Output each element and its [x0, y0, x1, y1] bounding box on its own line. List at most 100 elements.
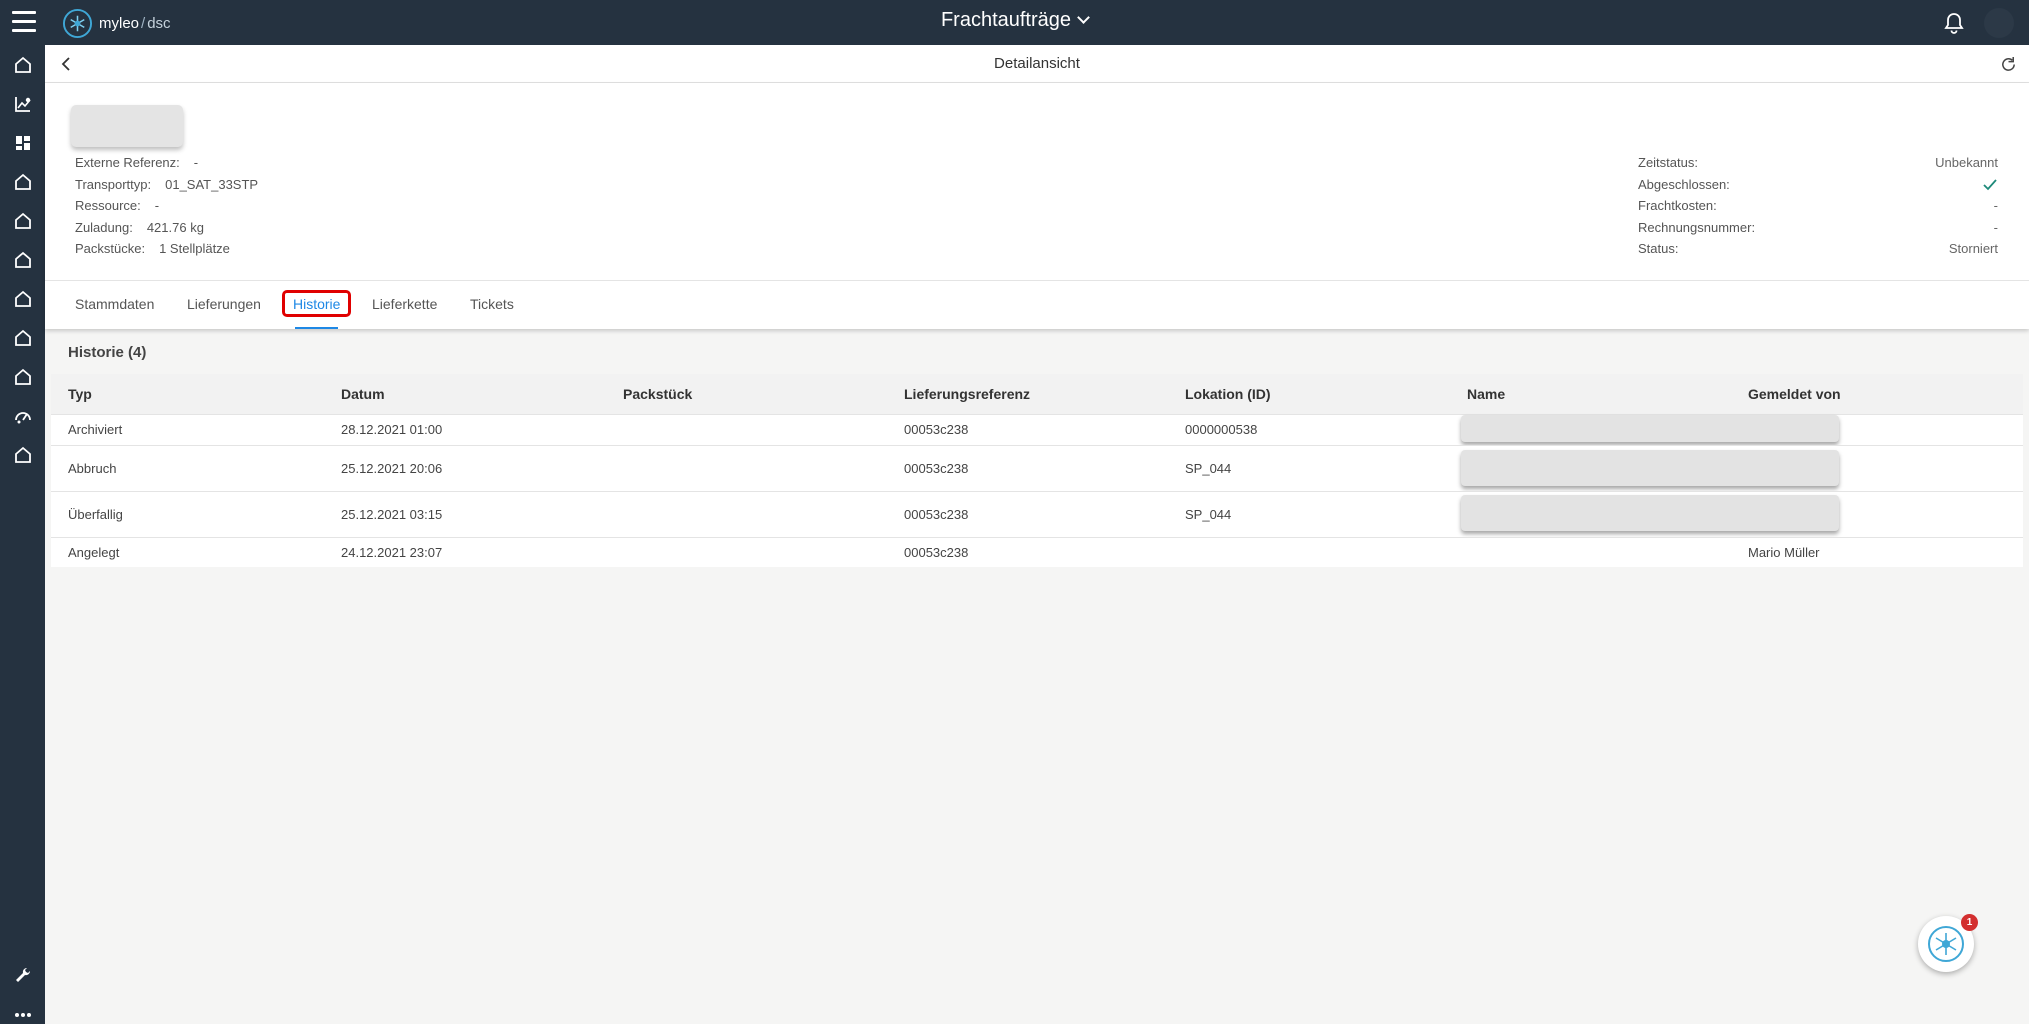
cell-typ: Abbruch — [68, 461, 117, 476]
sidebar-item-chart[interactable] — [0, 84, 45, 123]
sidebar-item-home-2[interactable] — [0, 162, 45, 201]
column-header-gemeldet-von[interactable]: Gemeldet von — [1748, 374, 1841, 414]
chart-icon — [14, 96, 31, 112]
detail-value: - — [154, 198, 160, 213]
cell-typ: Überfallig — [68, 507, 123, 522]
column-header-typ[interactable]: Typ — [68, 374, 92, 414]
column-header-packstueck[interactable]: Packstück — [623, 374, 692, 414]
home-icon — [14, 56, 31, 73]
column-header-lieferungsreferenz[interactable]: Lieferungsreferenz — [904, 374, 1030, 414]
detail-row: Rechnungsnummer: - — [1638, 217, 1998, 239]
sidebar-item-tools[interactable] — [0, 955, 45, 994]
detail-row: Externe Referenz: - — [75, 152, 258, 174]
sidebar-item-home-7[interactable] — [0, 357, 45, 396]
sidebar-item-speedometer[interactable] — [0, 396, 45, 435]
sub-header: Detailansicht — [45, 45, 2029, 83]
user-avatar[interactable] — [1984, 8, 2014, 38]
cell-referenz: 00053c238 — [904, 461, 969, 476]
table-row[interactable]: Archiviert 28.12.2021 01:00 00053c238 00… — [51, 414, 2023, 445]
cell-lokation: SP_044 — [1185, 507, 1232, 522]
table-row[interactable]: Abbruch 25.12.2021 20:06 00053c238 SP_04… — [51, 445, 2023, 491]
table-row[interactable]: Angelegt 24.12.2021 23:07 00053c238 Mari… — [51, 537, 2023, 567]
detail-label: Abgeschlossen: — [1638, 176, 1730, 192]
cell-typ: Archiviert — [68, 422, 123, 437]
detail-value: 01_SAT_33STP — [165, 176, 259, 192]
details-left: Externe Referenz: - Transporttyp: 01_SAT_3… — [75, 152, 258, 260]
highlight-box — [282, 290, 352, 317]
cell-referenz: 00053c238 — [904, 507, 969, 522]
detail-label: Externe Referenz: — [75, 155, 180, 170]
detail-row: Zuladung: 421.76 kg — [75, 217, 258, 239]
redacted-image — [71, 105, 183, 147]
tab-tickets[interactable]: Tickets — [470, 281, 514, 329]
notification-badge: 1 — [1961, 914, 1978, 931]
sidebar-item-home-4[interactable] — [0, 240, 45, 279]
sidebar-item-home-8[interactable] — [0, 435, 45, 474]
cell-referenz: 00053c238 — [904, 545, 969, 560]
detail-row: Ressource: - — [75, 195, 258, 217]
table-row[interactable]: Überfallig 25.12.2021 03:15 00053c238 SP… — [51, 491, 2023, 537]
column-header-lokation[interactable]: Lokation (ID) — [1185, 374, 1271, 414]
detail-row: Transporttyp: 01_SAT_33STP — [75, 174, 258, 196]
detail-label: Ressource: — [75, 198, 141, 213]
wrench-icon — [15, 967, 30, 982]
home-icon — [14, 446, 31, 463]
home-icon — [14, 290, 31, 307]
column-header-datum[interactable]: Datum — [341, 374, 385, 414]
sidebar-item-more[interactable] — [0, 995, 45, 1024]
tab-historie[interactable]: Historie — [282, 281, 352, 329]
detail-label: Transporttyp: — [75, 176, 152, 192]
detail-label: Zeitstatus: — [1638, 155, 1698, 170]
sidebar-item-home[interactable] — [0, 45, 45, 84]
tab-label: Lieferungen — [187, 296, 261, 312]
detail-card: Externe Referenz: - Transporttyp: 01_SAT_3… — [45, 83, 2029, 329]
page-title: Detailansicht — [994, 55, 1080, 72]
home-icon — [14, 173, 31, 190]
detail-value: - — [1993, 219, 1998, 235]
app-title-dropdown[interactable]: Frachtaufträge — [0, 9, 2029, 32]
redacted-name — [1461, 415, 1839, 442]
cell-datum: 25.12.2021 20:06 — [341, 461, 443, 476]
top-bar: myleo / dsc Frachtaufträge — [0, 0, 2029, 45]
home-icon — [14, 251, 31, 268]
divider — [45, 280, 2029, 281]
detail-row: Zeitstatus: Unbekannt — [1638, 152, 1998, 174]
sidebar-item-home-6[interactable] — [0, 318, 45, 357]
sidebar-item-dashboard[interactable] — [0, 123, 45, 162]
redacted-name — [1461, 450, 1839, 486]
sidebar-item-home-3[interactable] — [0, 201, 45, 240]
detail-value: - — [193, 155, 199, 170]
detail-value: 1 Stellplätze — [159, 241, 230, 256]
column-header-name[interactable]: Name — [1467, 374, 1505, 414]
detail-row: Abgeschlossen: — [1638, 174, 1998, 196]
chevron-down-icon — [1077, 11, 1090, 24]
tab-label: Stammdaten — [75, 296, 155, 312]
check-icon — [1983, 178, 1997, 190]
detail-value: 421.76 kg — [146, 219, 204, 235]
details-right: Zeitstatus: Unbekannt Abgeschlossen: Frac… — [1638, 152, 1998, 260]
detail-row: Status: Storniert — [1638, 238, 1998, 260]
detail-row: Frachtkosten: - — [1638, 195, 1998, 217]
status-value: Storniert — [1948, 241, 1998, 256]
home-icon — [14, 212, 31, 229]
detail-label: Rechnungsnummer: — [1638, 219, 1756, 235]
bell-icon[interactable] — [1942, 11, 1966, 35]
cell-lokation: 0000000538 — [1185, 422, 1258, 437]
cell-datum: 28.12.2021 01:00 — [341, 422, 443, 437]
cell-gemeldet: Mario Müller — [1748, 545, 1820, 560]
refresh-icon[interactable] — [2000, 56, 2017, 73]
detail-label: Frachtkosten: — [1638, 198, 1717, 213]
sidebar-item-home-5[interactable] — [0, 279, 45, 318]
time-status-value: Unbekannt — [1935, 155, 1998, 170]
assistant-icon — [1928, 926, 1964, 962]
cell-typ: Angelegt — [68, 545, 120, 560]
tab-label: Lieferkette — [372, 296, 438, 312]
tab-lieferungen[interactable]: Lieferungen — [187, 281, 261, 329]
tab-stammdaten[interactable]: Stammdaten — [75, 281, 154, 329]
redacted-name — [1461, 495, 1839, 531]
cell-datum: 25.12.2021 03:15 — [341, 507, 443, 522]
cell-datum: 24.12.2021 23:07 — [341, 545, 443, 560]
tab-lieferkette[interactable]: Lieferkette — [372, 281, 437, 329]
detail-row: Packstücke: 1 Stellplätze — [75, 238, 258, 260]
history-table: Typ Datum Packstück Lieferungsreferenz L… — [51, 374, 2023, 567]
